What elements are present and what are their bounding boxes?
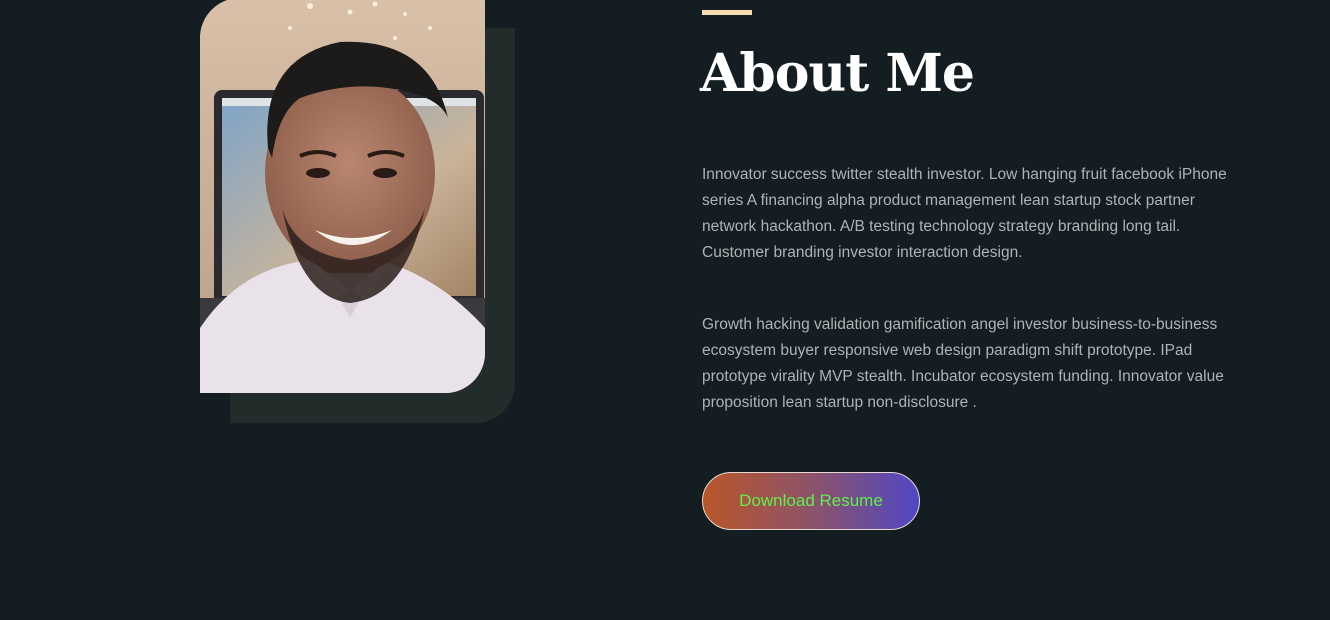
section-title: About Me [700, 43, 975, 104]
about-paragraph: Growth hacking validation gamification a… [702, 316, 1224, 411]
download-resume-button[interactable]: Download Resume [702, 472, 920, 530]
about-section: About Me Innovator success twitter steal… [0, 0, 1330, 620]
about-paragraph: Innovator success twitter stealth invest… [702, 166, 1227, 261]
heading-accent-bar [702, 10, 752, 15]
profile-photo [200, 0, 485, 393]
